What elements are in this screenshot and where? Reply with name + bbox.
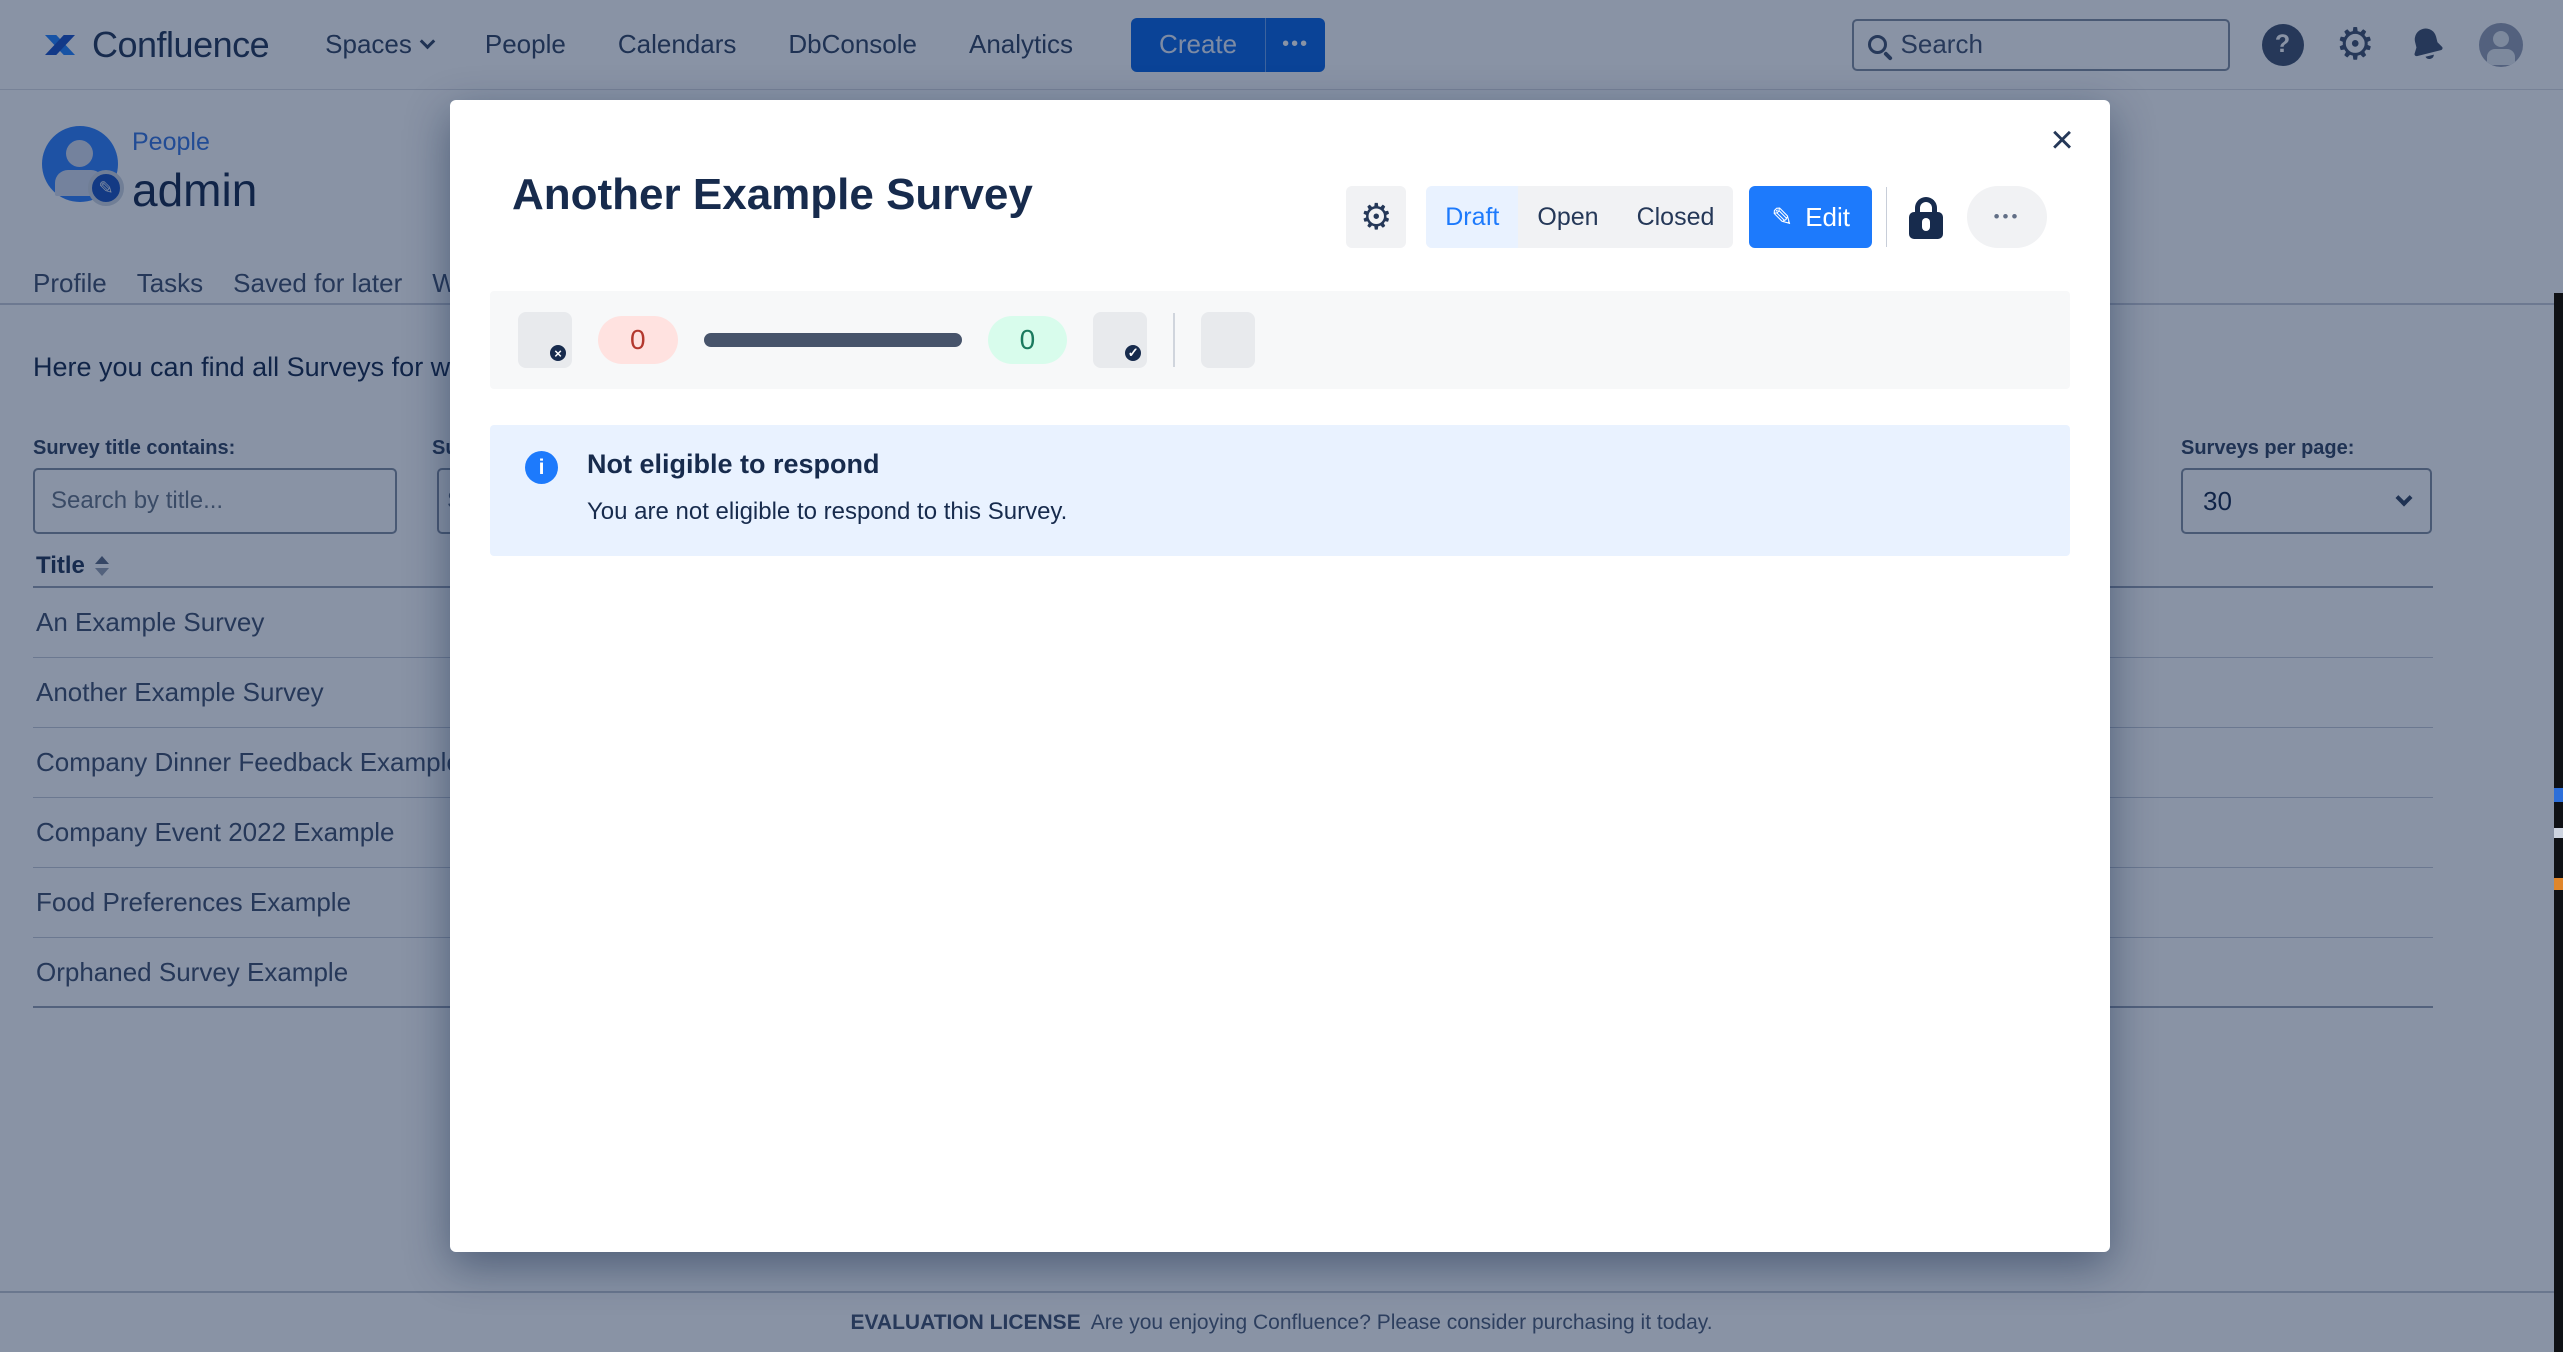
edge-speck xyxy=(2554,788,2563,802)
banner-body: You are not eligible to respond to this … xyxy=(587,498,1067,526)
pencil-icon: ✎ xyxy=(1771,202,1793,233)
status-tab-open[interactable]: Open xyxy=(1518,186,1617,248)
edit-button[interactable]: ✎ Edit xyxy=(1749,186,1872,248)
declined-count-badge: 0 xyxy=(598,316,678,364)
response-stats-strip: × 0 0 ✓ xyxy=(490,291,2070,389)
lock-icon[interactable] xyxy=(1903,186,1949,248)
person-check-icon: ✓ xyxy=(1104,321,1136,359)
participants-button[interactable] xyxy=(1201,312,1255,368)
survey-dialog-controls: ⚙ Draft Open Closed ✎ Edit ••• xyxy=(1346,186,2047,248)
info-icon: i xyxy=(525,451,558,484)
status-tab-closed[interactable]: Closed xyxy=(1618,186,1734,248)
person-x-icon: × xyxy=(529,321,561,359)
not-eligible-banner: i Not eligible to respond You are not el… xyxy=(490,425,2070,556)
responded-count-badge: 0 xyxy=(988,316,1068,364)
survey-settings-gear-icon[interactable]: ⚙ xyxy=(1346,186,1406,248)
declined-users-button[interactable]: × xyxy=(518,312,572,368)
controls-divider xyxy=(1886,187,1887,247)
close-icon[interactable]: × xyxy=(2036,114,2088,166)
survey-dialog: × Another Example Survey ⚙ Draft Open Cl… xyxy=(450,100,2110,1252)
survey-dialog-title: Another Example Survey xyxy=(512,170,1033,220)
banner-title: Not eligible to respond xyxy=(587,449,880,480)
person-icon xyxy=(1212,321,1244,359)
edge-speck xyxy=(2554,828,2563,838)
more-actions-button[interactable]: ••• xyxy=(1967,186,2047,248)
strip-divider xyxy=(1173,313,1175,367)
status-tab-draft[interactable]: Draft xyxy=(1426,186,1518,248)
edge-speck xyxy=(2554,878,2563,890)
screen-edge-artifact xyxy=(2554,293,2563,1352)
status-segmented-control: Draft Open Closed xyxy=(1426,186,1733,248)
responded-users-button[interactable]: ✓ xyxy=(1093,312,1147,368)
response-progress-bar xyxy=(704,333,962,347)
